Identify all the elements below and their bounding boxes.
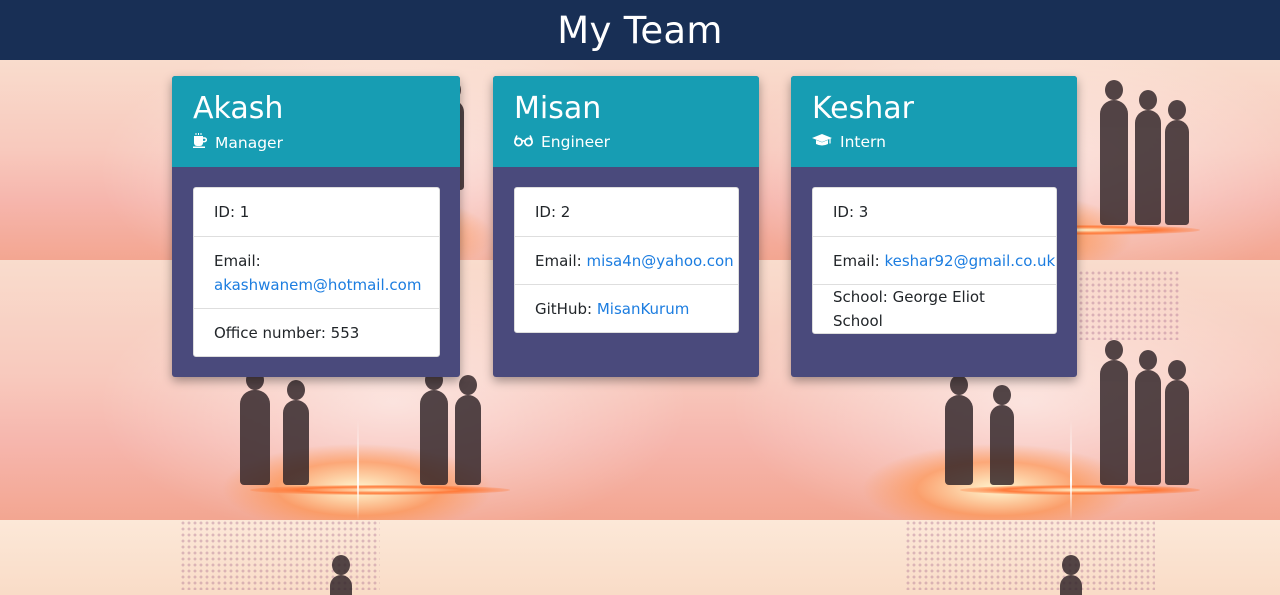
employee-details-list: ID: 1 Email: akashwanem@hotmail.com Offi… [193, 187, 440, 357]
employee-role: Manager [193, 133, 440, 152]
employee-email-row: Email: keshar92@gmail.co.uk [813, 236, 1056, 284]
page-header: My Team [0, 0, 1280, 60]
employee-email-row: Email: akashwanem@hotmail.com [194, 236, 439, 308]
card-header: Akash Manager [172, 76, 460, 167]
school-row: School: George Eliot School [813, 284, 1056, 333]
employee-card-engineer: Misan Engineer ID: 2 Email: misa4n@yahoo… [493, 76, 759, 377]
employee-role: Engineer [514, 133, 739, 151]
email-label: Email: [214, 252, 261, 270]
employee-name: Akash [193, 91, 284, 126]
role-label: Intern [840, 133, 886, 151]
graduation-cap-icon [812, 133, 840, 151]
github-row: GitHub: MisanKurum [515, 284, 738, 332]
office-number: Office number: 553 [194, 308, 439, 356]
employee-id: ID: 3 [833, 203, 869, 221]
role-label: Manager [215, 133, 283, 152]
employee-details-list: ID: 3 Email: keshar92@gmail.co.uk School… [812, 187, 1057, 334]
employee-name: Misan [514, 91, 602, 126]
glasses-icon [514, 133, 541, 151]
page-title: My Team [557, 8, 723, 52]
employee-email-row: Email: misa4n@yahoo.con [515, 236, 738, 284]
employee-details-list: ID: 2 Email: misa4n@yahoo.con GitHub: Mi… [514, 187, 739, 333]
email-label: Email: [833, 251, 880, 270]
role-label: Engineer [541, 133, 611, 151]
employee-id: ID: 1 [214, 203, 250, 221]
coffee-mug-icon [193, 133, 215, 152]
github-label: GitHub: [535, 299, 593, 318]
employee-card-manager: Akash Manager ID: 1 Email: akashwanem@ho… [172, 76, 460, 377]
card-header: Keshar Intern [791, 76, 1077, 167]
employee-id: ID: 2 [535, 203, 571, 221]
employee-role: Intern [812, 133, 1057, 151]
employee-name: Keshar [812, 91, 914, 126]
email-link[interactable]: keshar92@gmail.co.uk [884, 249, 1055, 273]
github-link[interactable]: MisanKurum [597, 297, 690, 321]
email-link[interactable]: akashwanem@hotmail.com [214, 276, 421, 294]
email-link[interactable]: misa4n@yahoo.con [586, 249, 733, 273]
email-label: Email: [535, 251, 582, 270]
employee-card-intern: Keshar Intern ID: 3 Email: keshar92@gmai… [791, 76, 1077, 377]
card-header: Misan Engineer [493, 76, 759, 167]
